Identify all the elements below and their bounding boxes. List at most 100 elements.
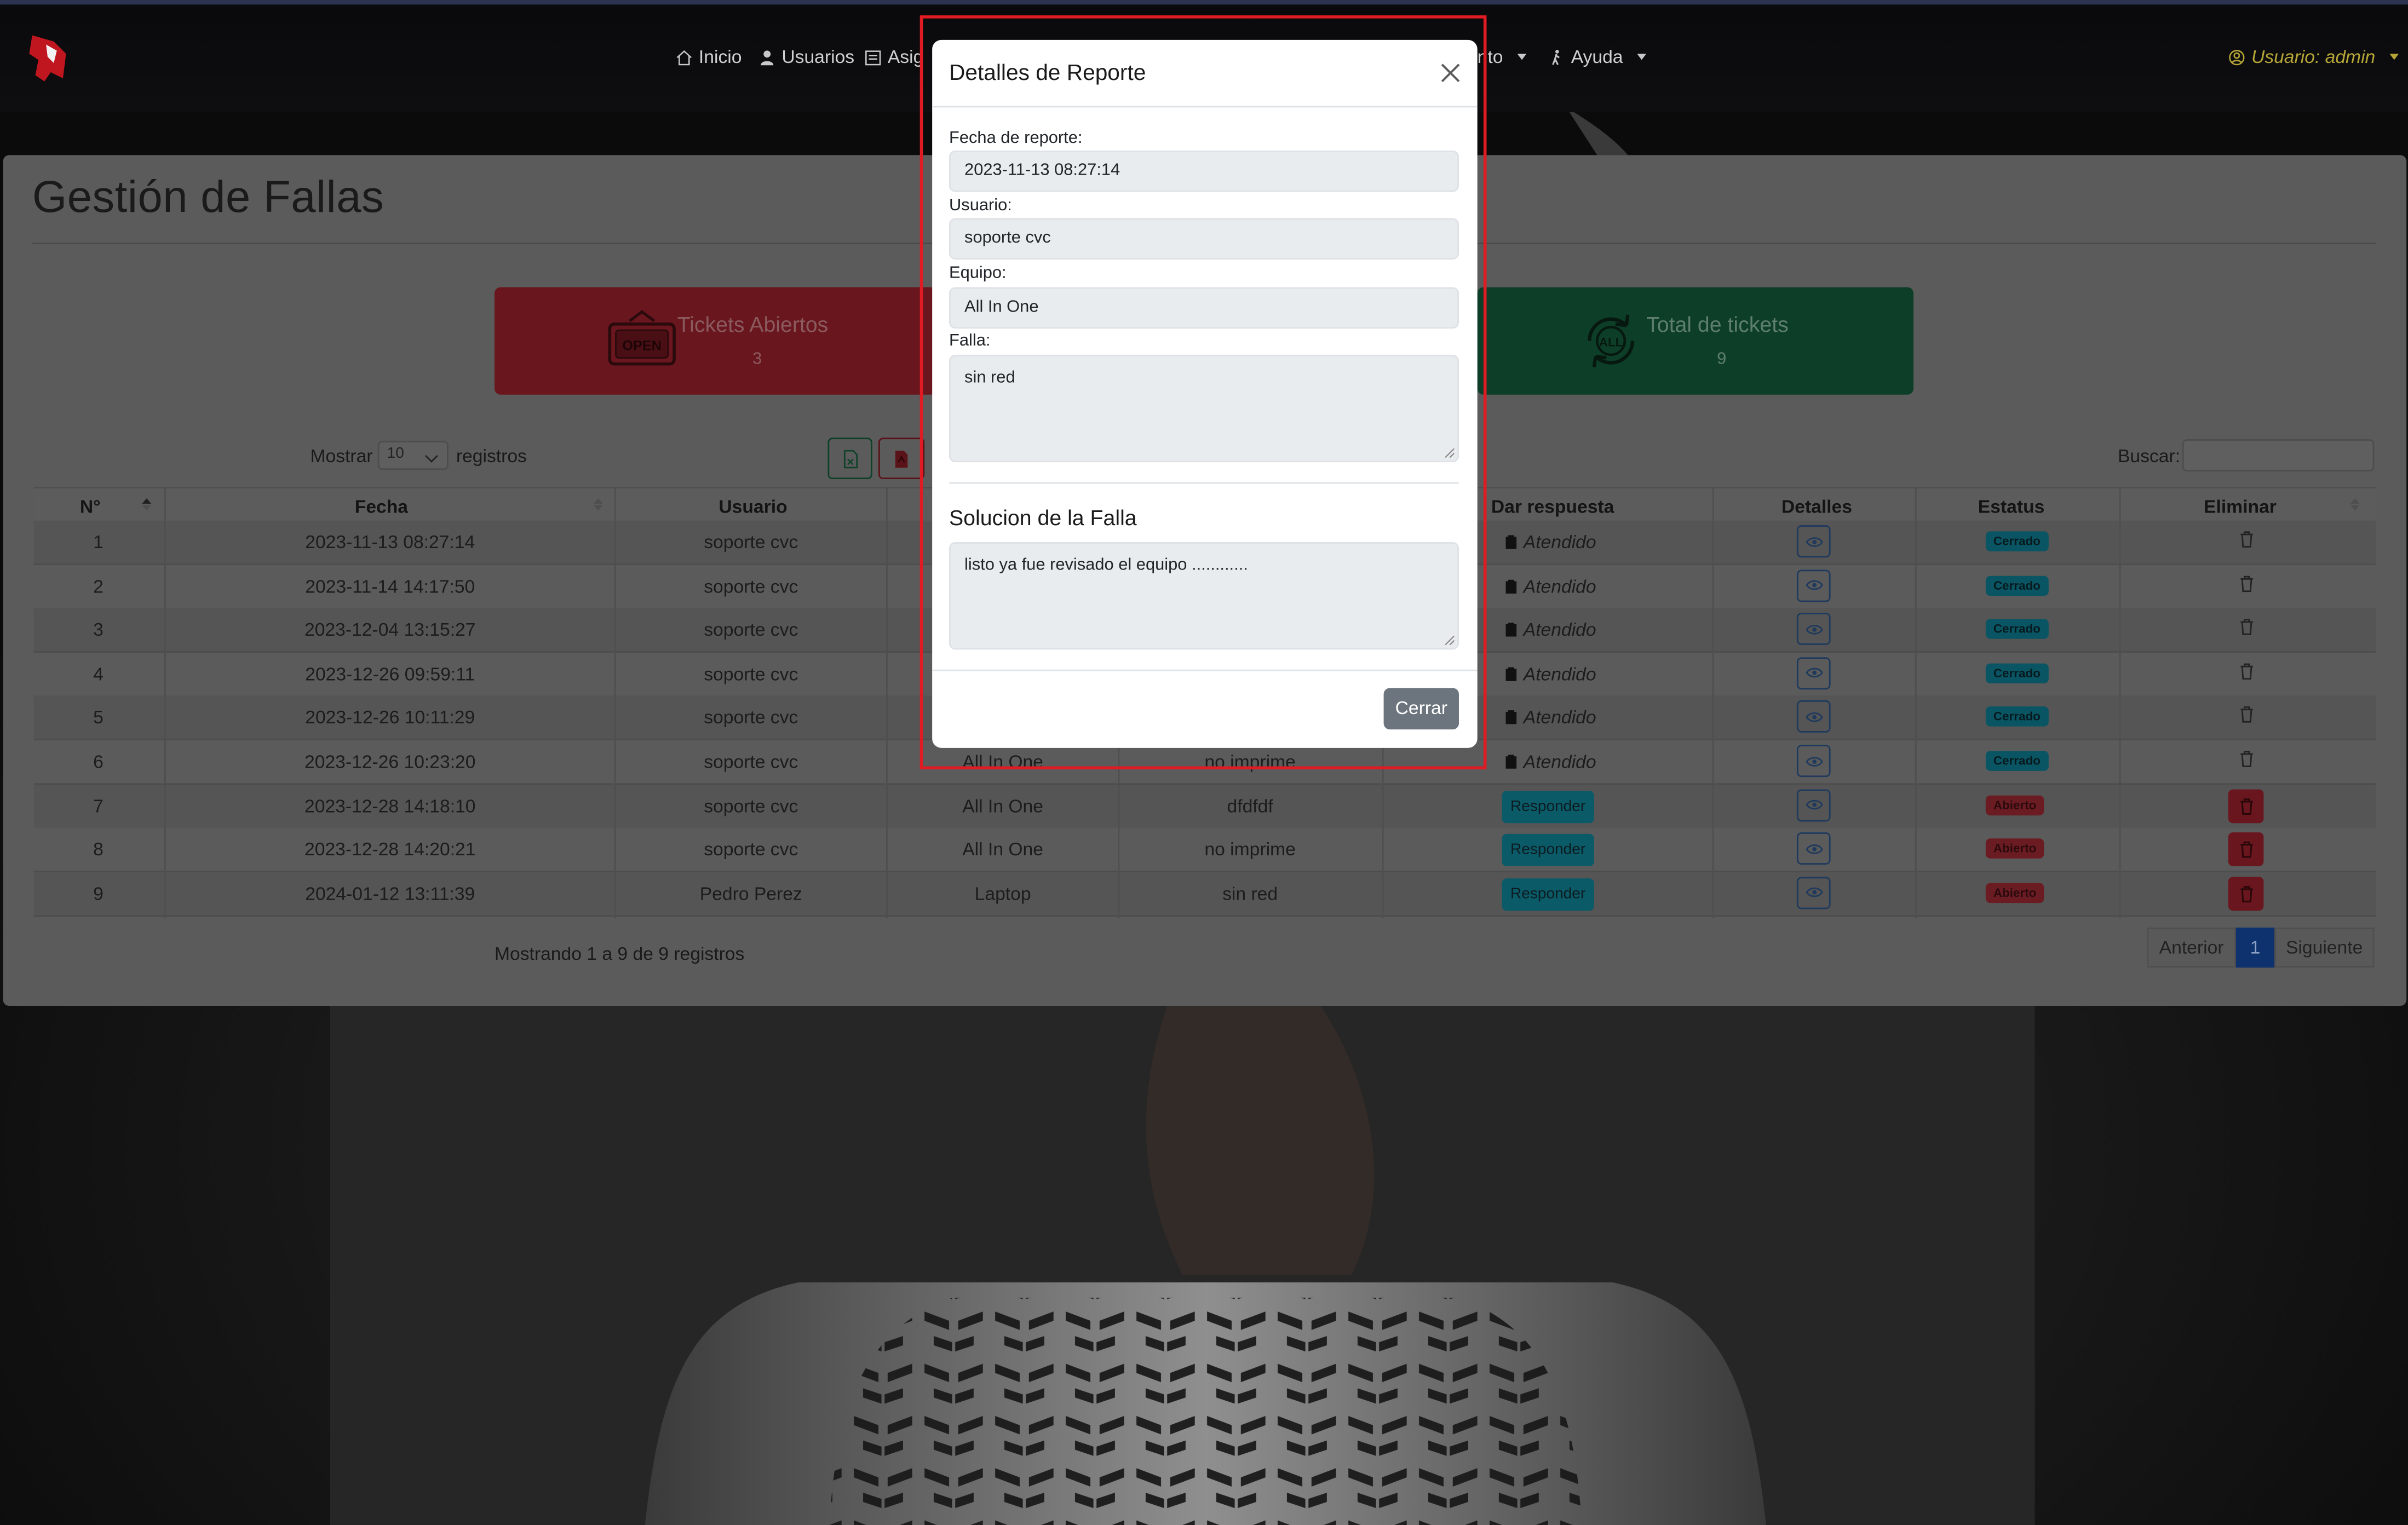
search-label: Buscar: (2117, 445, 2181, 467)
responder-button[interactable]: Responder (1502, 790, 1594, 823)
open-sign-icon: OPEN (608, 310, 676, 366)
file-pdf-icon (895, 451, 908, 468)
user-circle-icon (2229, 49, 2245, 65)
respuesta-text: Atendido (1523, 751, 1596, 773)
eye-icon (1805, 800, 1823, 810)
search-input[interactable] (2182, 439, 2375, 472)
nav-ayuda[interactable]: Ayuda (1548, 46, 1646, 67)
cell-numero: 1 (93, 531, 104, 553)
clipboard-check-icon (1505, 579, 1517, 593)
length-prefix-label: Mostrar (310, 445, 373, 467)
nav-usuarios[interactable]: Usuarios (758, 46, 854, 67)
column-divider (1915, 487, 1917, 919)
all-cycle-icon: ALL (1588, 314, 1634, 367)
th-dar-respuesta[interactable]: Dar respuesta (1491, 496, 1614, 517)
cell-usuario: soporte cvc (704, 795, 798, 816)
cell-fecha: 2023-12-26 10:11:29 (305, 707, 475, 729)
file-excel-icon (843, 450, 858, 469)
clipboard-check-icon (1505, 623, 1517, 637)
user-menu-label: Usuario: admin (2251, 46, 2376, 68)
nav-asignaciones[interactable]: Asig (865, 46, 923, 67)
status-badge: Abierto (1985, 795, 2044, 815)
clipboard-check-icon (1505, 711, 1517, 725)
column-divider (614, 487, 616, 919)
horse-logo-icon[interactable] (26, 32, 72, 84)
th-fecha[interactable]: Fecha (355, 496, 408, 517)
cell-usuario: soporte cvc (704, 575, 798, 597)
th-usuario[interactable]: Usuario (719, 496, 787, 517)
nav-inicio[interactable]: Inicio (676, 46, 742, 67)
details-button[interactable] (1796, 832, 1831, 865)
export-excel-button[interactable] (827, 438, 872, 480)
cell-numero: 8 (93, 838, 104, 861)
stat-open-label: Tickets Abiertos (677, 312, 829, 337)
respuesta-text: Atendido (1523, 575, 1596, 597)
th-eliminar[interactable]: Eliminar (2204, 496, 2277, 517)
eye-icon (1805, 580, 1823, 590)
cell-numero: 6 (93, 751, 104, 773)
cell-numero: 2 (93, 575, 104, 597)
user-menu[interactable]: Usuario: admin (2228, 46, 2399, 68)
details-button[interactable] (1796, 876, 1831, 909)
details-button[interactable] (1796, 745, 1831, 778)
cell-fecha: 2024-01-12 13:11:39 (305, 883, 475, 905)
responder-button[interactable]: Responder (1502, 878, 1594, 911)
trash-icon[interactable] (2239, 530, 2255, 549)
cell-fecha: 2023-12-26 10:23:20 (304, 751, 476, 773)
cell-usuario: soporte cvc (704, 619, 798, 641)
trash-icon[interactable] (2239, 661, 2255, 680)
respuesta-text: Atendido (1523, 531, 1596, 553)
chevron-down-icon (2389, 54, 2399, 60)
chevron-down-icon (1636, 54, 1646, 60)
trash-icon[interactable] (2239, 574, 2255, 592)
cell-equipo: Laptop (974, 883, 1031, 905)
chevron-down-icon (1516, 54, 1526, 60)
details-button[interactable] (1796, 700, 1831, 733)
details-button[interactable] (1796, 525, 1831, 558)
trash-icon[interactable] (2239, 618, 2255, 636)
status-badge: Cerrado (1985, 707, 2048, 727)
cell-fecha: 2023-12-26 09:59:11 (305, 663, 475, 685)
delete-button[interactable] (2228, 789, 2264, 823)
cell-respuesta-atendido: Atendido (1505, 707, 1596, 728)
th-estatus[interactable]: Estatus (1978, 496, 2045, 517)
trash-icon[interactable] (2239, 705, 2255, 724)
person-walk-icon (1552, 49, 1560, 65)
pagination-page-1[interactable]: 1 (2235, 927, 2275, 968)
table-row: 9 2024-01-12 13:11:39 Pedro Perez Laptop sin… (33, 872, 2376, 917)
nav-ayuda-label: Ayuda (1571, 46, 1623, 68)
delete-button[interactable] (2228, 876, 2264, 911)
page-length-select[interactable]: 10 (377, 440, 449, 470)
details-button[interactable] (1796, 789, 1831, 821)
stat-total-label: Total de tickets (1646, 312, 1789, 337)
cell-numero: 7 (93, 795, 104, 816)
home-icon (676, 49, 692, 65)
cell-usuario: Pedro Perez (699, 883, 802, 905)
pagination-previous[interactable]: Anterior (2147, 927, 2236, 968)
cell-equipo: All In One (962, 838, 1044, 861)
clipboard-check-icon (1505, 535, 1517, 549)
export-pdf-button[interactable] (878, 438, 925, 480)
th-numero[interactable]: N° (80, 496, 101, 517)
details-button[interactable] (1796, 657, 1831, 689)
eye-icon (1805, 844, 1823, 854)
svg-text:ALL: ALL (1599, 335, 1623, 349)
eye-icon (1805, 712, 1823, 722)
cell-respuesta-atendido: Atendido (1505, 531, 1596, 553)
cell-fecha: 2023-11-13 08:27:14 (305, 531, 475, 553)
respuesta-text: Atendido (1523, 663, 1596, 685)
status-badge: Cerrado (1985, 531, 2048, 551)
responder-button[interactable]: Responder (1502, 834, 1594, 867)
cell-falla: no imprime (1204, 838, 1296, 861)
th-detalles[interactable]: Detalles (1781, 496, 1852, 517)
table-row: 7 2023-12-28 14:18:10 soporte cvc All In On… (33, 784, 2376, 829)
svg-text:OPEN: OPEN (622, 338, 661, 353)
chevron-down-icon (425, 450, 438, 463)
pagination-next[interactable]: Siguiente (2274, 927, 2375, 968)
details-button[interactable] (1796, 613, 1831, 646)
trash-icon[interactable] (2239, 750, 2255, 768)
details-button[interactable] (1796, 569, 1831, 602)
nav-inicio-label: Inicio (698, 46, 742, 68)
cell-respuesta-atendido: Atendido (1505, 576, 1596, 597)
delete-button[interactable] (2228, 832, 2264, 867)
